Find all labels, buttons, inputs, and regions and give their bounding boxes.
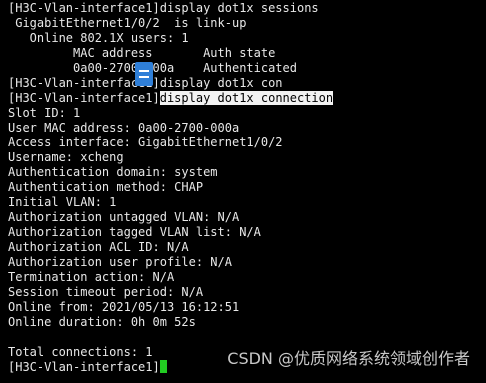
- terminal-line: User MAC address: 0a00-2700-000a: [8, 120, 240, 135]
- terminal-prompt: [H3C-Vlan-interface1]: [8, 90, 160, 105]
- terminal-line: Termination action: N/A: [8, 269, 175, 284]
- watermark: CSDN @优质网络系统领域创作者: [227, 349, 470, 368]
- terminal-line: 0a00-2700-000a Authenticated: [73, 60, 297, 75]
- terminal-command-line: [H3C-Vlan-interface1]display dot1x conne…: [8, 90, 334, 106]
- terminal-line: Authorization user profile: N/A: [8, 254, 232, 269]
- terminal-line: Online from: 2021/05/13 16:12:51: [8, 299, 240, 314]
- terminal-line: Session timeout period: N/A: [8, 284, 204, 299]
- terminal-cursor: [159, 359, 167, 373]
- terminal-line: GigabitEthernet1/0/2 is link-up: [8, 15, 247, 30]
- terminal-line: Online duration: 0h 0m 52s: [8, 314, 196, 329]
- terminal-line: Initial VLAN: 1: [8, 195, 117, 210]
- terminal-line: Authorization ACL ID: N/A: [8, 240, 189, 254]
- terminal-output: [H3C-Vlan-interface1]display dot1x sessi…: [8, 1, 334, 374]
- terminal-line: Online 802.1X users: 1: [8, 30, 189, 45]
- terminal-line: Authorization tagged VLAN list: N/A: [8, 225, 261, 240]
- terminal-line: [H3C-Vlan-interface1]display dot1x con: [8, 75, 283, 90]
- terminal-line: Authentication domain: system: [8, 165, 218, 180]
- selected-command[interactable]: display dot1x connection: [159, 90, 334, 105]
- terminal-line: Authentication method: CHAP: [8, 180, 204, 195]
- terminal-window[interactable]: [H3C-Vlan-interface1]display dot1x sessi…: [0, 0, 486, 383]
- terminal-line: Slot ID: 1: [8, 105, 81, 120]
- terminal-prompt: [H3C-Vlan-interface1]: [8, 359, 160, 374]
- terminal-line: [H3C-Vlan-interface1]display dot1x sessi…: [8, 1, 319, 15]
- terminal-line: MAC address Auth state: [8, 45, 276, 60]
- terminal-line: Authorization untagged VLAN: N/A: [8, 210, 240, 225]
- document-icon[interactable]: [135, 62, 153, 86]
- terminal-line: Username: xcheng: [8, 150, 124, 165]
- terminal-line: Access interface: GigabitEthernet1/0/2: [8, 135, 283, 150]
